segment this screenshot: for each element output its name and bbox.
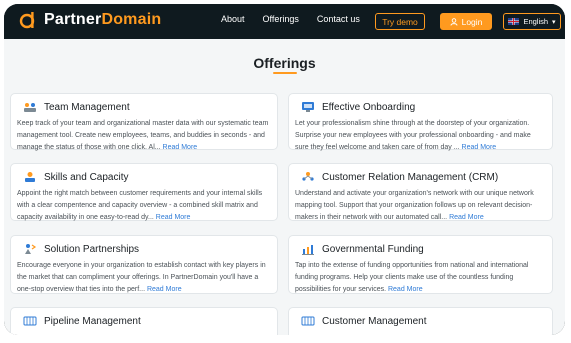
offering-card-team-management[interactable]: Team Management Keep track of your team …: [10, 93, 278, 151]
offering-card-crm[interactable]: Customer Relation Management (CRM) Under…: [288, 163, 553, 221]
card-title: Team Management: [44, 101, 130, 113]
card-description: Let your professionalism shine through a…: [295, 118, 546, 154]
offering-card-solution-partnerships[interactable]: Solution Partnerships Encourage everyone…: [10, 235, 278, 294]
logo-text-part1: Partner: [44, 11, 102, 28]
skills-icon: [23, 171, 37, 183]
onboarding-icon: [301, 101, 315, 113]
nav-link-offerings[interactable]: Offerings: [263, 14, 299, 24]
read-more-link[interactable]: Read More: [156, 214, 191, 221]
pipeline-icon: [23, 315, 37, 327]
partnership-icon: [23, 243, 37, 255]
top-navbar: PartnerDomain About Offerings Contact us…: [4, 4, 565, 39]
nav-link-about[interactable]: About: [221, 14, 245, 24]
offering-card-governmental-funding[interactable]: Governmental Funding Tap into the extens…: [288, 235, 553, 294]
try-demo-button[interactable]: Try demo: [375, 13, 425, 30]
read-more-link[interactable]: Read More: [163, 144, 198, 151]
main-content: Offerings Team Management Keep track of …: [4, 39, 565, 335]
offering-card-skills-capacity[interactable]: Skills and Capacity Appoint the right ma…: [10, 163, 278, 221]
card-description: Appoint the right match between customer…: [17, 188, 271, 224]
card-description: Keep track of your team and organization…: [17, 118, 271, 154]
card-title: Governmental Funding: [322, 243, 424, 255]
customer-icon: [301, 315, 315, 327]
card-desc-text: Understand and activate your organizatio…: [295, 190, 534, 221]
card-desc-text: Keep track of your team and organization…: [17, 120, 269, 151]
chevron-down-icon: ▾: [552, 18, 556, 26]
card-title: Pipeline Management: [44, 315, 141, 327]
login-label: Login: [461, 16, 483, 27]
offering-card-customer-management[interactable]: Customer Management: [288, 307, 553, 335]
card-description: Tap into the extense of funding opportun…: [295, 260, 546, 296]
language-label: English: [523, 17, 549, 26]
card-title: Solution Partnerships: [44, 243, 140, 255]
page-title: Offerings: [253, 55, 316, 71]
title-underline: [273, 72, 297, 74]
offering-card-pipeline-management[interactable]: Pipeline Management: [10, 307, 278, 335]
funding-icon: [301, 243, 315, 255]
card-title: Customer Relation Management (CRM): [322, 171, 499, 183]
card-title: Customer Management: [322, 315, 427, 327]
read-more-link[interactable]: Read More: [449, 214, 484, 221]
card-title: Skills and Capacity: [44, 171, 129, 183]
card-desc-text: Appoint the right match between customer…: [17, 190, 263, 221]
browser-frame: PartnerDomain About Offerings Contact us…: [4, 4, 565, 335]
read-more-link[interactable]: Read More: [388, 286, 423, 293]
nav-link-contact[interactable]: Contact us: [317, 14, 360, 24]
login-button[interactable]: Login: [440, 13, 492, 30]
crm-icon: [301, 171, 315, 183]
uk-flag-icon: [508, 18, 520, 25]
logo[interactable]: PartnerDomain: [18, 10, 161, 30]
card-title: Effective Onboarding: [322, 101, 416, 113]
card-desc-text: Encourage everyone in your organization …: [17, 262, 266, 293]
team-icon: [23, 101, 37, 113]
read-more-link[interactable]: Read More: [147, 286, 182, 293]
card-description: Understand and activate your organizatio…: [295, 188, 546, 224]
read-more-link[interactable]: Read More: [462, 144, 497, 151]
try-demo-label: Try demo: [382, 16, 418, 27]
logo-mark-icon: [19, 12, 35, 29]
logo-text-part2: Domain: [101, 11, 162, 28]
user-icon: [450, 17, 458, 26]
logo-text: PartnerDomain: [44, 11, 161, 29]
language-select[interactable]: English ▾: [503, 13, 561, 30]
nav-links: About Offerings Contact us: [221, 14, 360, 24]
offering-card-effective-onboarding[interactable]: Effective Onboarding Let your profession…: [288, 93, 553, 151]
card-description: Encourage everyone in your organization …: [17, 260, 271, 296]
